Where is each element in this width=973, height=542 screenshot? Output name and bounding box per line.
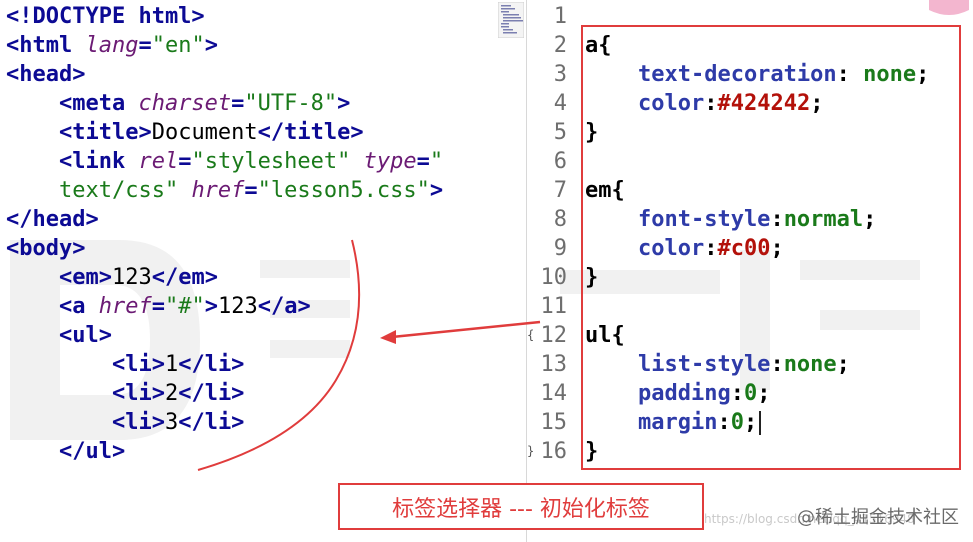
code-token: = [231, 91, 245, 116]
code-token: </li> [178, 352, 245, 377]
pink-badge-icon [929, 0, 969, 15]
line-number: 13 [540, 352, 568, 377]
code-token: <head> [6, 62, 86, 87]
code-token: 123 [217, 294, 258, 319]
html-code-line[interactable]: <ul> [6, 321, 112, 350]
line-number: 7 [553, 178, 567, 203]
line-number: 1 [553, 4, 567, 29]
code-token: = [178, 149, 192, 174]
code-token: = [138, 33, 152, 58]
code-token: </li> [178, 410, 245, 435]
code-token: = [244, 178, 258, 203]
watermark-site: @稀土掘金技术社区 [797, 507, 959, 528]
code-token: <link [6, 149, 139, 174]
code-token: = [416, 149, 430, 174]
html-code-line[interactable]: <link rel="stylesheet" type=" [6, 147, 443, 176]
code-token: "#" [164, 294, 205, 319]
code-token: </a> [257, 294, 311, 319]
code-token: <body> [6, 236, 86, 261]
code-token: "en" [151, 33, 205, 58]
code-token: </ul> [6, 439, 126, 464]
code-token: " [429, 149, 444, 174]
line-number: 2 [553, 33, 567, 58]
html-code-line[interactable]: <em>123</em> [6, 263, 218, 292]
code-token: > [337, 91, 351, 116]
code-token: rel [138, 149, 179, 174]
line-number-gutter: 1 2 3 4 5 6 7 8 9 10 11 12{13 14 15 16} [527, 0, 571, 542]
minimap[interactable] [497, 1, 525, 39]
html-code-line[interactable]: <html lang="en"> [6, 31, 218, 60]
line-number: 8 [553, 207, 567, 232]
code-token: lang [85, 33, 139, 58]
code-token: </title> [257, 120, 364, 145]
html-code-line[interactable]: <a href="#">123</a> [6, 292, 311, 321]
code-token: "lesson5.css" [257, 178, 430, 203]
html-code-line[interactable]: <li>2</li> [6, 379, 244, 408]
code-token: <li> [6, 381, 165, 406]
line-number: 5 [553, 120, 567, 145]
code-token: <a [6, 294, 99, 319]
code-token: <html [6, 33, 86, 58]
css-highlight-box [581, 25, 961, 470]
code-token: charset [138, 91, 232, 116]
code-token: 1 [164, 352, 179, 377]
caption-box: 标签选择器 --- 初始化标签 [338, 483, 704, 530]
html-code-line[interactable]: text/css" href="lesson5.css"> [6, 176, 443, 205]
html-code-line[interactable]: <li>1</li> [6, 350, 244, 379]
code-token: </li> [178, 381, 245, 406]
fold-marker-icon[interactable]: } [527, 437, 534, 466]
html-editor-pane[interactable]: <!DOCTYPE html> <html lang="en"> <head> <m… [0, 0, 526, 542]
html-code-line[interactable]: <!DOCTYPE html> [6, 2, 205, 31]
code-token: Document [151, 120, 258, 145]
code-token: = [151, 294, 165, 319]
line-number: 9 [553, 236, 567, 261]
html-code-line[interactable]: <body> [6, 234, 85, 263]
code-token: "UTF-8" [244, 91, 338, 116]
code-token: type [363, 149, 417, 174]
code-token: <meta [6, 91, 139, 116]
code-token: text/css" [6, 178, 192, 203]
line-number: 14 [540, 381, 568, 406]
code-token: > [204, 33, 218, 58]
code-token: <title> [6, 120, 152, 145]
line-number: 4 [553, 91, 567, 116]
code-token: 2 [164, 381, 179, 406]
code-token: </head> [6, 207, 99, 232]
code-token: <em> [6, 265, 112, 290]
fold-marker-icon[interactable]: { [527, 321, 534, 350]
code-token: href [98, 294, 152, 319]
line-number: 10 [540, 265, 568, 290]
line-number: 6 [553, 149, 567, 174]
html-code-line[interactable]: <title>Document</title> [6, 118, 364, 147]
line-number: 15 [540, 410, 568, 435]
code-token: > [429, 178, 444, 203]
code-token: > [204, 294, 218, 319]
html-code-line[interactable]: </head> [6, 205, 99, 234]
code-token: <li> [6, 352, 165, 377]
html-code-line[interactable]: </ul> [6, 437, 125, 466]
code-token: 123 [111, 265, 152, 290]
html-code-line[interactable]: <meta charset="UTF-8"> [6, 89, 350, 118]
caption-text: 标签选择器 --- 初始化标签 [392, 496, 650, 522]
code-token: href [191, 178, 245, 203]
code-token: <!DOCTYPE html> [6, 4, 205, 29]
html-code-line[interactable]: <li>3</li> [6, 408, 244, 437]
code-token: <li> [6, 410, 165, 435]
line-number: 3 [553, 62, 567, 87]
line-number: 11 [540, 294, 568, 319]
html-code-line[interactable]: <head> [6, 60, 85, 89]
code-token: "stylesheet" [191, 149, 364, 174]
code-token: </em> [151, 265, 218, 290]
code-token: <ul> [6, 323, 112, 348]
code-token: 3 [164, 410, 179, 435]
